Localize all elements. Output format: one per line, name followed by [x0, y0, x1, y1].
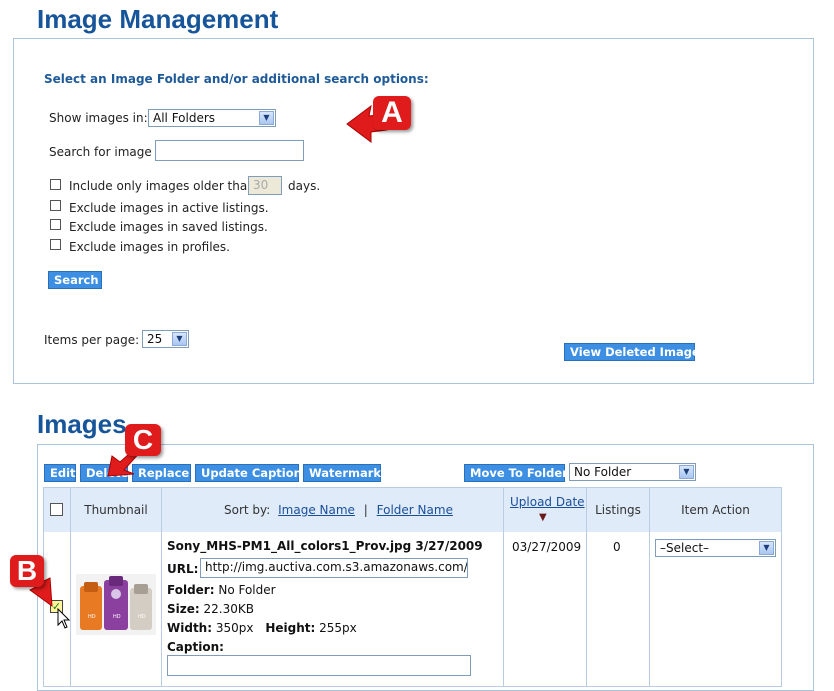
view-deleted-button[interactable]: View Deleted Images	[564, 343, 707, 361]
folder-info-value: No Folder	[218, 583, 276, 597]
sort-folder-name-link[interactable]: Folder Name	[377, 503, 453, 517]
upload-date-value: 03/27/2009	[512, 540, 582, 554]
chevron-down-icon: ▼	[259, 111, 274, 125]
exclude-profiles-label: Exclude images in profiles.	[69, 240, 230, 254]
search-input[interactable]	[155, 140, 304, 161]
width-value: 350px	[215, 621, 254, 635]
sort-desc-icon: ▼	[539, 512, 547, 523]
annotation-marker-b: B	[10, 555, 44, 587]
col-divider	[161, 532, 162, 687]
caption-label: Caption:	[167, 640, 224, 654]
header-item-action: Item Action	[650, 488, 781, 532]
watermark-button[interactable]: Watermark	[303, 464, 381, 482]
url-label: URL:	[167, 562, 199, 576]
sort-by-group: Sort by: Image Name | Folder Name	[224, 503, 453, 517]
svg-text:HD: HD	[138, 614, 146, 620]
exclude-active-checkbox[interactable]	[50, 200, 61, 211]
item-action-select[interactable]: –Select– ▼	[655, 539, 776, 557]
width-label: Width:	[167, 621, 213, 635]
exclude-saved-label: Exclude images in saved listings.	[69, 220, 268, 234]
height-label: Height:	[265, 621, 316, 635]
caption-input[interactable]	[167, 655, 471, 676]
move-folder-value: No Folder	[574, 465, 632, 479]
move-to-folder-button[interactable]: Move To Folder:	[464, 464, 572, 482]
sort-upload-date-link[interactable]: Upload Date	[510, 495, 585, 509]
size-info: Size: 22.30KB	[167, 602, 254, 616]
header-listings: Listings	[587, 488, 650, 532]
exclude-profiles-checkbox[interactable]	[50, 239, 61, 250]
search-button[interactable]: Search	[48, 271, 102, 289]
height-value: 255px	[319, 621, 357, 635]
item-action-value: –Select–	[660, 541, 710, 555]
search-heading: Select an Image Folder and/or additional…	[44, 72, 429, 86]
header-thumbnail: Thumbnail	[71, 488, 162, 532]
folder-info: Folder: No Folder	[167, 583, 276, 597]
image-title: Sony_MHS-PM1_All_colors1_Prov.jpg 3/27/2…	[167, 539, 483, 553]
update-captions-button[interactable]: Update Captions	[195, 464, 309, 482]
camera-thumbnail-icon: HD HD HD	[80, 576, 152, 630]
folder-select[interactable]: All Folders ▼	[148, 109, 276, 127]
size-info-label: Size:	[167, 602, 200, 616]
select-all-checkbox[interactable]	[50, 503, 63, 516]
svg-text:HD: HD	[88, 614, 96, 620]
dimensions-info: Width: 350px Height: 255px	[167, 621, 357, 635]
older-than-label: Include only images older than	[69, 179, 255, 193]
col-divider	[649, 532, 650, 687]
show-images-label: Show images in:	[49, 111, 148, 125]
header-select-all-cell	[44, 488, 71, 532]
col-divider	[586, 532, 587, 687]
exclude-active-label: Exclude images in active listings.	[69, 201, 269, 215]
folder-info-label: Folder:	[167, 583, 215, 597]
image-thumbnail[interactable]: HD HD HD	[76, 574, 156, 635]
older-than-suffix: days.	[288, 179, 321, 193]
items-per-page-label: Items per page:	[44, 333, 140, 347]
exclude-saved-checkbox[interactable]	[50, 219, 61, 230]
chevron-down-icon: ▼	[759, 541, 774, 555]
move-folder-select[interactable]: No Folder ▼	[569, 463, 696, 481]
chevron-down-icon: ▼	[679, 465, 694, 479]
svg-text:HD: HD	[113, 614, 121, 620]
size-info-value: 22.30KB	[203, 602, 254, 616]
annotation-marker-a: A	[373, 96, 411, 130]
url-field[interactable]: http://img.auctiva.com.s3.amazonaws.com/…	[200, 558, 468, 578]
annotation-marker-c: C	[125, 424, 161, 456]
col-divider	[503, 532, 504, 687]
header-sort: Sort by: Image Name | Folder Name	[162, 488, 504, 532]
older-than-checkbox[interactable]	[50, 179, 61, 190]
older-than-days-input[interactable]: 30	[248, 176, 282, 195]
items-per-page-select[interactable]: 25 ▼	[142, 330, 189, 348]
folder-select-value: All Folders	[153, 111, 216, 125]
sort-by-label: Sort by:	[224, 503, 271, 517]
listings-value: 0	[613, 540, 621, 554]
search-label: Search for image	[49, 145, 152, 159]
sort-separator: |	[363, 503, 368, 517]
items-per-page-value: 25	[147, 332, 163, 346]
header-upload-date: Upload Date ▼	[504, 488, 587, 532]
chevron-down-icon: ▼	[172, 332, 187, 346]
sort-image-name-link[interactable]: Image Name	[278, 503, 355, 517]
page-title: Image Management	[37, 4, 279, 34]
edit-button[interactable]: Edit	[44, 464, 76, 482]
